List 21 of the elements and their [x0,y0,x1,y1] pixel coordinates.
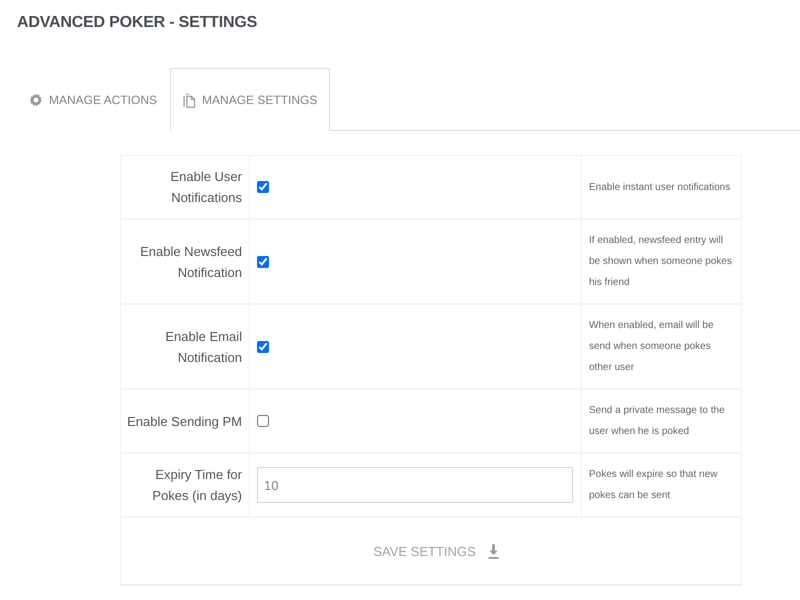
download-icon [488,544,499,558]
document-icon [183,92,196,108]
setting-description: When enabled, email will be send when someone pokes other user [589,319,715,375]
tab[interactable]: MANAGE SETTINGS [170,68,330,131]
setting-description: Pokes will expire so that new pokes can be sent [589,468,718,503]
setting-description: Send a private message to the user when he is poked [589,404,726,439]
input-field[interactable]: 10 [257,467,573,503]
setting-description: Enable instant user notifications [589,180,730,194]
checkbox[interactable] [257,256,269,268]
setting-label: Enable Sending PM [127,412,242,431]
setting-label: Enable User Notifications [169,168,242,207]
setting-label: Enable Newsfeed Notification [139,242,242,282]
gear-icon [29,93,43,107]
checkbox[interactable] [257,415,269,427]
checkbox[interactable] [257,340,269,352]
save-button[interactable]: SAVE SETTINGS [365,538,507,564]
setting-description: If enabled, newsfeed entry will be shown when someone pokes his friend [589,234,733,290]
setting-label: Expiry Time for Pokes (in days) [151,466,242,505]
setting-label: Enable Email Notification [164,328,242,366]
checkbox[interactable] [257,181,269,193]
page-title: ADVANCED POKER - SETTINGS [16,13,258,33]
